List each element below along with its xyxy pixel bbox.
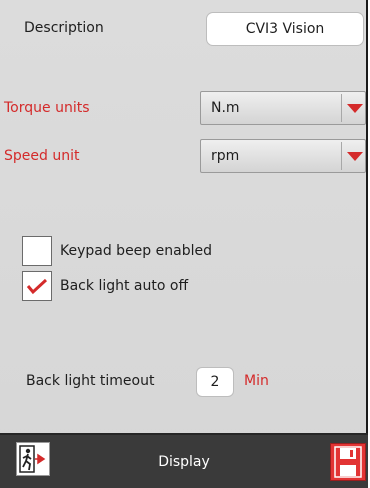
select-divider xyxy=(341,142,342,170)
torque-units-value: N.m xyxy=(211,100,240,116)
back-light-timeout-label: Back light timeout xyxy=(26,373,155,389)
back-light-auto-off-label: Back light auto off xyxy=(60,278,189,294)
display-settings-screen: Description CVI3 Vision Torque units N.m… xyxy=(0,0,368,488)
keypad-beep-label: Keypad beep enabled xyxy=(60,243,212,259)
speed-unit-select[interactable]: rpm xyxy=(200,139,366,173)
keypad-beep-checkbox[interactable] xyxy=(22,236,52,266)
screen-title: Display xyxy=(158,453,210,470)
dropdown-arrow-icon[interactable] xyxy=(347,104,363,113)
torque-units-select[interactable]: N.m xyxy=(200,91,366,125)
torque-units-label: Torque units xyxy=(4,100,90,116)
dropdown-arrow-icon[interactable] xyxy=(347,152,363,161)
description-field[interactable]: CVI3 Vision xyxy=(206,12,364,46)
save-icon xyxy=(334,446,362,478)
back-light-auto-off-checkbox[interactable] xyxy=(22,271,52,301)
select-divider xyxy=(341,94,342,122)
back-light-timeout-unit: Min xyxy=(244,373,269,389)
checkmark-icon xyxy=(26,278,48,295)
description-label: Description xyxy=(24,20,104,36)
save-button[interactable] xyxy=(330,443,366,481)
back-light-timeout-field[interactable]: 2 xyxy=(196,367,234,397)
speed-unit-value: rpm xyxy=(211,148,240,164)
bottom-bar: Display xyxy=(0,433,368,488)
speed-unit-label: Speed unit xyxy=(4,148,80,164)
